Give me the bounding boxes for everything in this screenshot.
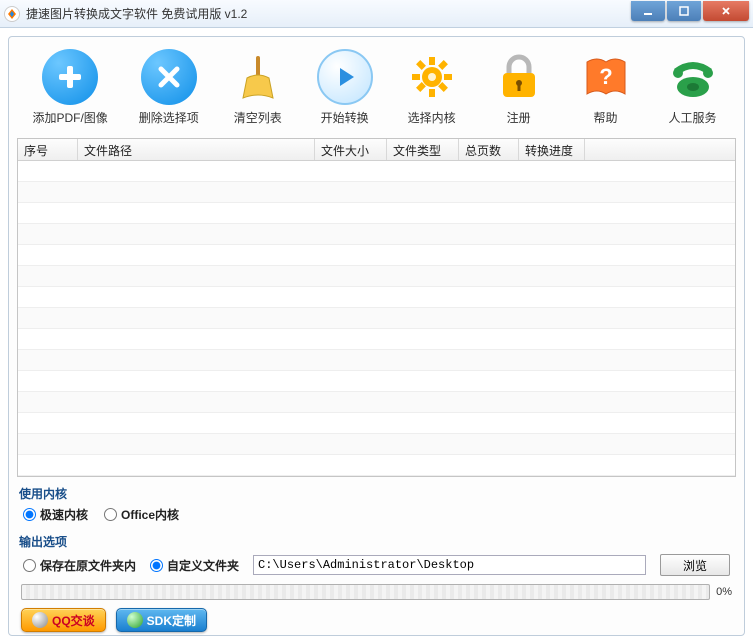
add-file-button[interactable]: 添加PDF/图像 xyxy=(28,47,111,128)
delete-selected-button[interactable]: 删除选择项 xyxy=(135,47,203,128)
toolbar-label: 删除选择项 xyxy=(139,109,199,126)
sdk-button[interactable]: SDK定制 xyxy=(116,608,207,632)
engine-radio-group: 极速内核 Office内核 xyxy=(9,504,744,529)
play-icon xyxy=(317,49,373,105)
table-row[interactable] xyxy=(18,392,735,413)
table-row[interactable] xyxy=(18,413,735,434)
output-custom-label: 自定义文件夹 xyxy=(167,557,239,574)
table-row[interactable] xyxy=(18,266,735,287)
qq-chat-button[interactable]: QQ交谈 xyxy=(21,608,106,632)
plus-icon xyxy=(42,49,98,105)
engine-office-label: Office内核 xyxy=(121,506,179,523)
table-row[interactable] xyxy=(18,371,735,392)
window-title: 捷速图片转换成文字软件 免费试用版 v1.2 xyxy=(26,5,631,22)
engine-fast-radio[interactable] xyxy=(23,508,36,521)
phone-icon xyxy=(665,49,721,105)
table-row[interactable] xyxy=(18,434,735,455)
col-path[interactable]: 文件路径 xyxy=(78,139,315,160)
output-custom-radio[interactable] xyxy=(150,559,163,572)
toolbar-label: 添加PDF/图像 xyxy=(32,109,107,126)
table-row[interactable] xyxy=(18,329,735,350)
engine-office-option[interactable]: Office内核 xyxy=(104,506,179,523)
help-button[interactable]: ? 帮助 xyxy=(574,47,638,128)
col-type[interactable]: 文件类型 xyxy=(387,139,459,160)
file-table: 序号 文件路径 文件大小 文件类型 总页数 转换进度 xyxy=(17,138,736,477)
toolbar-label: 清空列表 xyxy=(234,109,282,126)
lock-icon xyxy=(491,49,547,105)
output-original-label: 保存在原文件夹内 xyxy=(40,557,136,574)
select-engine-button[interactable]: 选择内核 xyxy=(400,47,464,128)
engine-fast-option[interactable]: 极速内核 xyxy=(23,506,88,523)
table-row[interactable] xyxy=(18,224,735,245)
gear-icon xyxy=(404,49,460,105)
globe-icon xyxy=(127,612,143,628)
table-row[interactable] xyxy=(18,182,735,203)
output-custom-option[interactable]: 自定义文件夹 xyxy=(150,557,239,574)
col-pages[interactable]: 总页数 xyxy=(459,139,519,160)
table-header: 序号 文件路径 文件大小 文件类型 总页数 转换进度 xyxy=(18,139,735,161)
browse-button[interactable]: 浏览 xyxy=(660,554,730,576)
toolbar-label: 开始转换 xyxy=(321,109,369,126)
output-path-input[interactable] xyxy=(253,555,646,575)
table-row[interactable] xyxy=(18,350,735,371)
support-button[interactable]: 人工服务 xyxy=(661,47,725,128)
output-original-option[interactable]: 保存在原文件夹内 xyxy=(23,557,136,574)
engine-office-radio[interactable] xyxy=(104,508,117,521)
col-seq[interactable]: 序号 xyxy=(18,139,78,160)
clear-list-button[interactable]: 清空列表 xyxy=(226,47,290,128)
minimize-button[interactable] xyxy=(631,1,665,21)
maximize-button[interactable] xyxy=(667,1,701,21)
toolbar: 添加PDF/图像 删除选择项 清空列表 开始转换 选择内核 xyxy=(9,37,744,134)
toolbar-label: 帮助 xyxy=(594,109,618,126)
qq-chat-label: QQ交谈 xyxy=(52,612,95,629)
table-row[interactable] xyxy=(18,455,735,476)
table-body[interactable] xyxy=(18,161,735,476)
close-button[interactable] xyxy=(703,1,749,21)
progress-row: 0% xyxy=(21,584,732,600)
toolbar-label: 选择内核 xyxy=(408,109,456,126)
toolbar-label: 人工服务 xyxy=(668,109,716,126)
register-button[interactable]: 注册 xyxy=(487,47,551,128)
table-row[interactable] xyxy=(18,203,735,224)
col-progress[interactable]: 转换进度 xyxy=(519,139,585,160)
engine-section-label: 使用内核 xyxy=(9,481,744,504)
col-size[interactable]: 文件大小 xyxy=(315,139,387,160)
svg-text:?: ? xyxy=(599,64,612,89)
footer: QQ交谈 SDK定制 xyxy=(9,604,744,640)
table-row[interactable] xyxy=(18,245,735,266)
qq-icon xyxy=(32,612,48,628)
table-row[interactable] xyxy=(18,308,735,329)
start-convert-button[interactable]: 开始转换 xyxy=(313,47,377,128)
progress-percent: 0% xyxy=(716,586,732,598)
progress-bar xyxy=(21,584,710,600)
table-row[interactable] xyxy=(18,287,735,308)
sdk-label: SDK定制 xyxy=(147,612,196,629)
title-bar: 捷速图片转换成文字软件 免费试用版 v1.2 xyxy=(0,0,753,28)
output-section-label: 输出选项 xyxy=(9,529,744,552)
help-book-icon: ? xyxy=(578,49,634,105)
app-icon xyxy=(4,6,20,22)
broom-icon xyxy=(230,49,286,105)
main-frame: 添加PDF/图像 删除选择项 清空列表 开始转换 选择内核 xyxy=(8,36,745,636)
toolbar-label: 注册 xyxy=(507,109,531,126)
output-row: 保存在原文件夹内 自定义文件夹 浏览 xyxy=(9,552,744,582)
engine-fast-label: 极速内核 xyxy=(40,506,88,523)
col-spacer xyxy=(585,139,735,160)
x-icon xyxy=(141,49,197,105)
output-original-radio[interactable] xyxy=(23,559,36,572)
table-row[interactable] xyxy=(18,161,735,182)
window-controls xyxy=(631,1,749,21)
